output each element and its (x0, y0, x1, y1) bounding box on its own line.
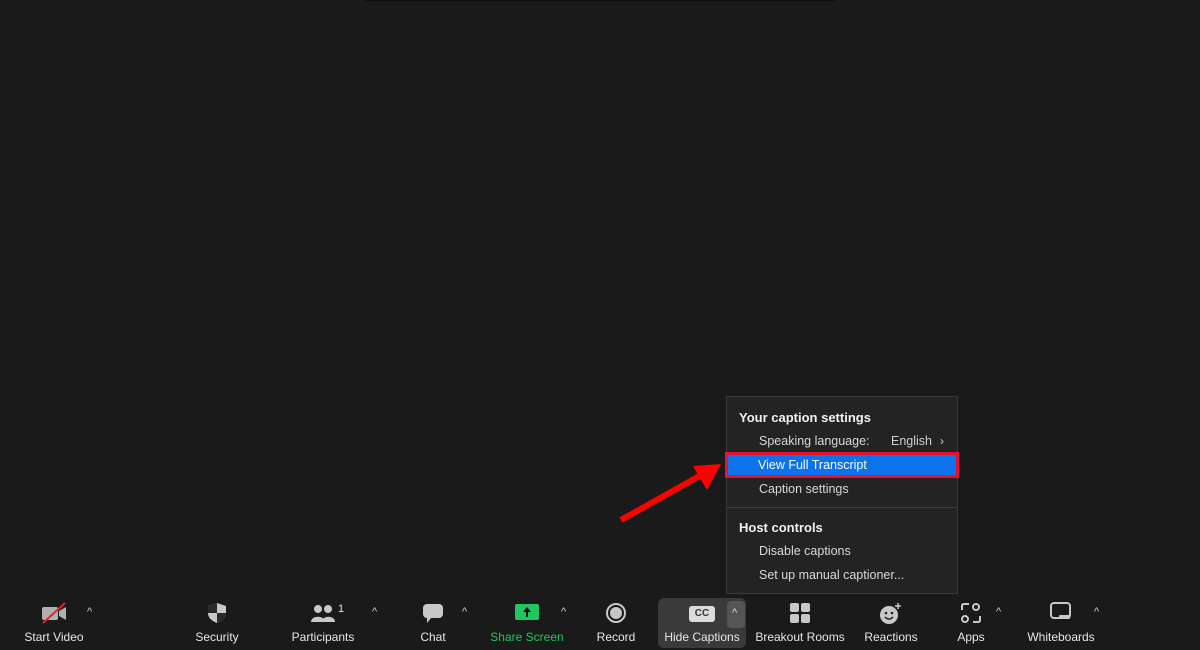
whiteboards-label: Whiteboards (1027, 630, 1095, 644)
meeting-toolbar: Start Video ^ Security 1 Participants ^ … (0, 596, 1200, 650)
annotation-arrow-icon (619, 464, 721, 523)
participants-label: Participants (291, 630, 355, 644)
window-top-edge (365, 0, 835, 1)
whiteboard-icon (1050, 602, 1071, 619)
breakout-rooms-label: Breakout Rooms (755, 630, 845, 644)
chat-button[interactable]: Chat (413, 596, 453, 650)
record-button[interactable]: Record (591, 596, 641, 650)
captions-options-caret[interactable]: ^ (732, 607, 737, 619)
cc-icon: CC (689, 606, 715, 622)
chat-label: Chat (420, 630, 446, 644)
record-icon (606, 603, 626, 623)
chat-icon (423, 604, 443, 623)
hide-captions-button[interactable]: CC Hide Captions (658, 596, 746, 650)
breakout-rooms-icon (790, 603, 810, 623)
video-off-icon (42, 602, 66, 624)
participants-count: 1 (338, 603, 344, 615)
hide-captions-label: Hide Captions (664, 630, 740, 644)
menu-section-title: Your caption settings (739, 410, 871, 425)
speaking-language-label: Speaking language: (759, 434, 870, 448)
chat-options-caret[interactable]: ^ (462, 606, 467, 618)
chevron-right-icon: › (940, 434, 944, 448)
menu-item-disable-captions[interactable]: Disable captions (728, 540, 956, 562)
shield-icon (208, 603, 226, 623)
share-screen-button[interactable]: Share Screen (488, 596, 566, 650)
reactions-icon (880, 603, 901, 624)
start-video-button[interactable]: Start Video (14, 596, 94, 650)
security-label: Security (195, 630, 239, 644)
security-button[interactable]: Security (182, 596, 252, 650)
apps-button[interactable]: Apps (951, 596, 991, 650)
whiteboards-options-caret[interactable]: ^ (1094, 606, 1099, 618)
participants-button[interactable]: 1 Participants (283, 596, 363, 650)
participants-options-caret[interactable]: ^ (372, 606, 377, 618)
record-label: Record (596, 630, 636, 644)
reactions-label: Reactions (864, 630, 918, 644)
speaking-language-value: English (891, 434, 932, 448)
menu-divider (727, 507, 957, 508)
video-options-caret[interactable]: ^ (87, 606, 92, 618)
menu-item-setup-manual-captioner[interactable]: Set up manual captioner... (728, 564, 956, 586)
share-screen-label: Share Screen (490, 630, 564, 644)
whiteboards-button[interactable]: Whiteboards (1022, 596, 1100, 650)
share-options-caret[interactable]: ^ (561, 606, 566, 618)
menu-item-speaking-language[interactable]: Speaking language: English › (728, 430, 956, 452)
menu-section-title: Host controls (739, 520, 823, 535)
apps-icon (961, 603, 981, 623)
reactions-button[interactable]: Reactions (860, 596, 922, 650)
apps-label: Apps (957, 630, 985, 644)
share-screen-icon (515, 604, 539, 620)
apps-options-caret[interactable]: ^ (996, 606, 1001, 618)
start-video-label: Start Video (24, 630, 84, 644)
breakout-rooms-button[interactable]: Breakout Rooms (755, 596, 845, 650)
caption-options-menu: Your caption settings Speaking language:… (725, 396, 959, 594)
menu-item-caption-settings[interactable]: Caption settings (728, 478, 956, 500)
menu-item-view-full-transcript[interactable]: View Full Transcript (725, 452, 959, 478)
participants-icon: 1 (311, 603, 344, 622)
